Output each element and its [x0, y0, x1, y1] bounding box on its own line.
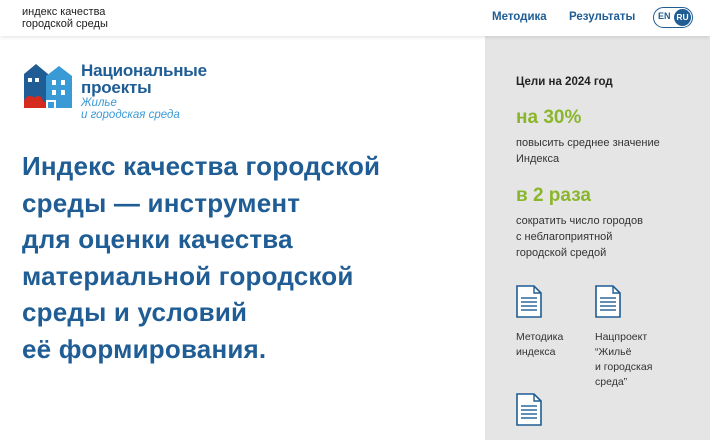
site-name-line1: индекс качества	[22, 6, 106, 18]
language-switch[interactable]: EN RU	[653, 7, 693, 28]
main-content: Национальные проекты Жилье и городская с…	[0, 36, 485, 440]
goal-2-description: сократить число городов с неблагоприятно…	[516, 213, 706, 261]
doc-2-label-line2: “Жильё	[595, 346, 632, 358]
headline-line4: материальной городской	[22, 260, 354, 291]
national-project-document-link[interactable]	[595, 285, 621, 318]
goal-1-value: на 30%	[516, 107, 582, 128]
logo-title-line1: Национальные	[81, 61, 207, 80]
logo-text: Национальные проекты Жилье и городская с…	[81, 62, 281, 121]
logo-subtitle-line1: Жилье	[81, 97, 117, 109]
lang-en-button[interactable]: EN	[658, 11, 671, 21]
headline-line5: среды и условий	[22, 297, 248, 328]
goals-title: Цели на 2024 год	[516, 76, 613, 88]
document-icon	[516, 393, 542, 426]
goal-1-desc-line2: Индекса	[516, 153, 560, 165]
goal-2-desc-line2: с неблагоприятной	[516, 231, 613, 243]
top-header: индекс качества городской среды Методика…	[0, 0, 710, 36]
methodology-document-label[interactable]: Методика индекса	[516, 330, 563, 360]
goal-2-desc-line3: городской средой	[516, 247, 607, 259]
goals-sidebar: Цели на 2024 год на 30% повысить среднее…	[485, 36, 710, 440]
document-icon	[595, 285, 621, 318]
doc-2-label-line1: Нацпроект	[595, 331, 648, 343]
site-name-link[interactable]: индекс качества городской среды	[22, 6, 108, 30]
third-document-link[interactable]	[516, 393, 542, 426]
headline-line3: для оценки качества	[22, 224, 293, 255]
doc-1-label-line1: Методика	[516, 331, 564, 343]
methodology-document-link[interactable]	[516, 285, 542, 318]
goal-1-desc-line1: повысить среднее значение	[516, 137, 660, 149]
logo-subtitle-line2: и городская среда	[81, 109, 180, 121]
doc-1-label-line2: индекса	[516, 346, 556, 358]
goal-2-desc-line1: сократить число городов	[516, 215, 643, 227]
site-name-line2: городской среды	[22, 18, 108, 30]
doc-2-label-line4: среда”	[595, 376, 628, 388]
logo-title-line2: проекты	[81, 78, 152, 97]
nav-results-link[interactable]: Результаты	[569, 11, 635, 23]
lang-ru-button[interactable]: RU	[674, 9, 691, 26]
doc-2-label-line3: и городская	[595, 361, 653, 373]
document-icon	[516, 285, 542, 318]
headline-line2: среды — инструмент	[22, 187, 301, 218]
goal-1-description: повысить среднее значение Индекса	[516, 135, 706, 167]
page-headline: Индекс качества городской среды — инстру…	[22, 148, 472, 368]
national-project-document-label[interactable]: Нацпроект “Жильё и городская среда”	[595, 330, 652, 390]
headline-line6: её формирования.	[22, 333, 267, 364]
nav-methodology-link[interactable]: Методика	[492, 11, 547, 23]
headline-line1: Индекс качества городской	[22, 151, 381, 181]
goal-2-value: в 2 раза	[516, 185, 591, 206]
house-logo-icon	[24, 64, 72, 108]
